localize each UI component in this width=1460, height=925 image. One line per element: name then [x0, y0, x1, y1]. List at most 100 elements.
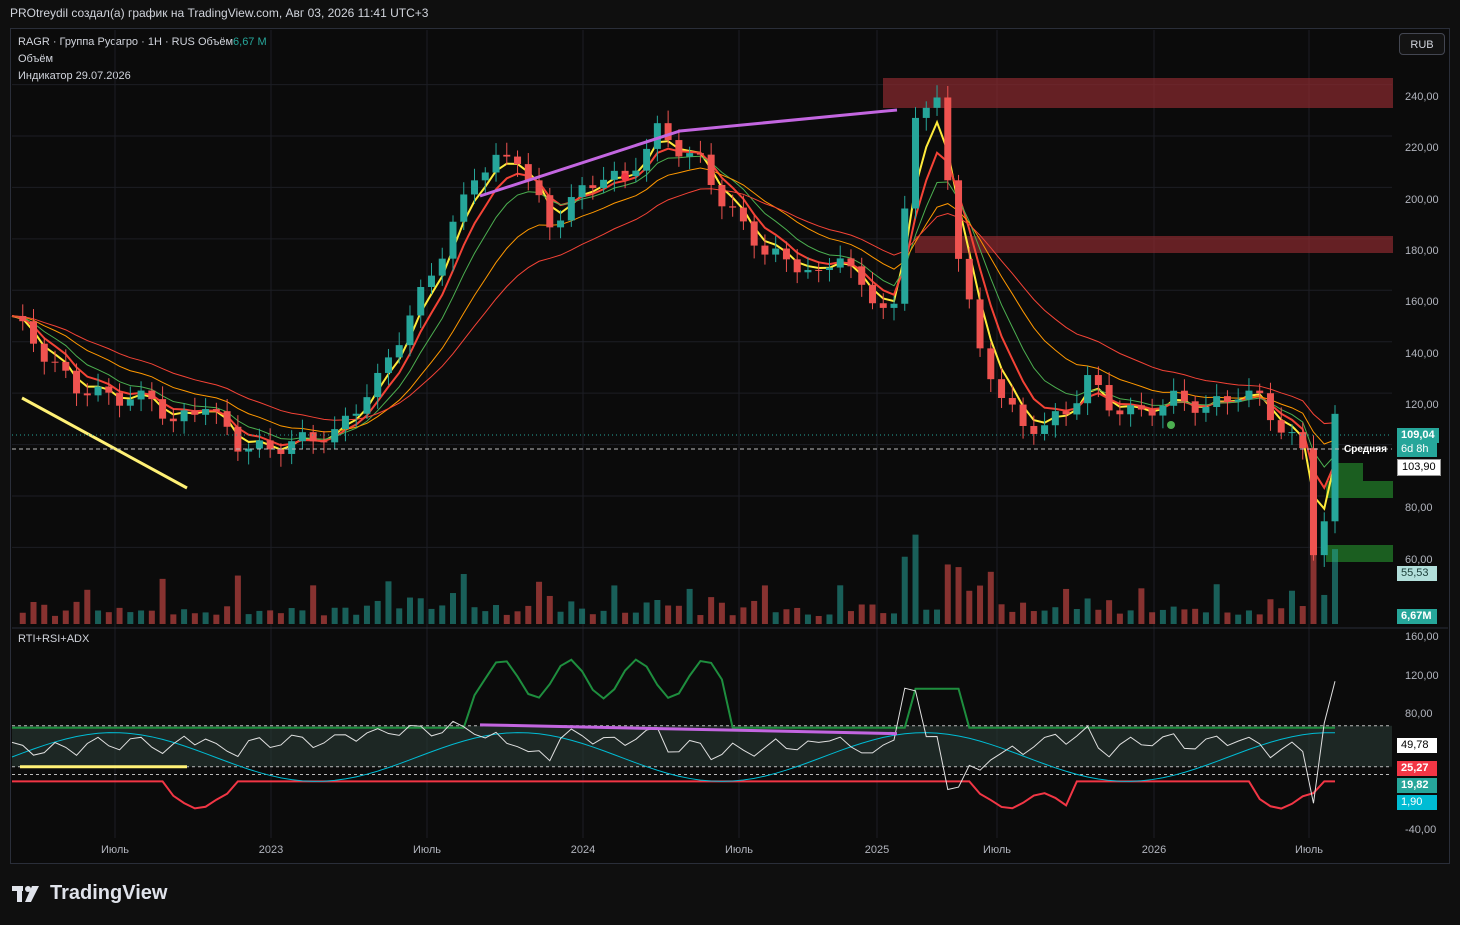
- candle-body: [1019, 404, 1027, 426]
- volume-bar: [342, 607, 349, 624]
- volume-bar: [1095, 609, 1102, 624]
- volume-bar: [686, 588, 693, 624]
- volume-bar: [815, 615, 822, 624]
- brand-logo[interactable]: TradingView: [12, 882, 167, 905]
- average-badge: 103,90: [1397, 459, 1441, 476]
- ema-red-line: [11, 147, 1336, 491]
- last-price-badge: 109,04: [1397, 428, 1439, 443]
- volume-bar: [224, 606, 231, 624]
- countdown-badge: 6d 8h: [1397, 442, 1437, 457]
- candle-body: [901, 208, 909, 304]
- candle-body: [1245, 390, 1253, 400]
- candle-body: [686, 153, 694, 157]
- volume-bar: [1332, 549, 1338, 624]
- candle-body: [922, 107, 930, 118]
- candle-body: [73, 370, 81, 394]
- volume-bar: [1084, 598, 1091, 624]
- signal-dot: [621, 173, 629, 181]
- price-tick: 80,00: [1405, 502, 1433, 514]
- ema-long-line: [11, 188, 1336, 425]
- candle-body: [761, 245, 769, 255]
- candle-body: [159, 399, 167, 419]
- volume-bar: [1149, 612, 1156, 624]
- volume-bar: [751, 600, 758, 624]
- volume-bar: [191, 613, 198, 624]
- candle-body: [944, 97, 952, 181]
- volume-bar: [1159, 609, 1166, 624]
- volume-bar: [826, 614, 833, 624]
- price-chart-svg[interactable]: [0, 0, 1460, 925]
- volume-bar: [966, 590, 973, 624]
- volume-bar: [1041, 610, 1048, 624]
- candle-body: [1234, 399, 1242, 402]
- volume-bar: [1116, 613, 1123, 624]
- candle-body: [449, 221, 457, 259]
- volume-bar: [600, 610, 607, 624]
- volume-bar: [320, 615, 327, 624]
- candle-body: [557, 220, 565, 228]
- volume-bar: [1267, 599, 1274, 624]
- volume-bar: [428, 608, 435, 624]
- volume-bar: [611, 585, 618, 624]
- volume-bar: [955, 567, 962, 624]
- volume-bar: [256, 610, 263, 624]
- candle-body: [1008, 397, 1016, 405]
- candle-body: [298, 432, 306, 442]
- low-badge: 55,53: [1397, 566, 1437, 581]
- candle-body: [471, 180, 479, 195]
- candle-body: [718, 184, 726, 207]
- volume-bar: [234, 575, 241, 624]
- volume-bar: [84, 589, 91, 624]
- candle-body: [1030, 425, 1038, 434]
- candle-body: [148, 390, 156, 400]
- candle-body: [266, 440, 274, 450]
- candle-body: [180, 410, 188, 422]
- volume-bar: [1235, 614, 1242, 624]
- volume-bar: [159, 578, 166, 624]
- volume-bar: [493, 605, 500, 624]
- candle-body: [62, 361, 70, 371]
- signal-dot: [1167, 421, 1175, 429]
- volume-bar: [406, 597, 413, 624]
- candle-body: [363, 397, 371, 414]
- candle-body: [1137, 405, 1145, 410]
- volume-bar: [880, 613, 887, 624]
- time-tick: 2025: [864, 844, 890, 856]
- osc-badge-1: 49,78: [1397, 738, 1437, 753]
- candle-body: [51, 361, 59, 363]
- candle-body: [664, 123, 672, 141]
- volume-bar: [1310, 549, 1317, 624]
- volume-bar: [568, 601, 575, 624]
- candle-body: [890, 303, 898, 308]
- candle-body: [191, 410, 199, 415]
- candle-body: [772, 248, 780, 255]
- volume-bar: [245, 614, 252, 624]
- candle-body: [793, 259, 801, 273]
- volume-bar: [987, 571, 994, 624]
- volume-bar: [589, 614, 596, 624]
- time-tick: 2026: [1141, 844, 1167, 856]
- candle-body: [331, 429, 339, 443]
- volume-bar: [396, 608, 403, 624]
- candle-body: [83, 393, 91, 396]
- volume-bar: [536, 581, 543, 624]
- volume-bar: [471, 607, 478, 624]
- volume-bar: [557, 611, 564, 624]
- candle-body: [739, 207, 747, 222]
- candle-body: [675, 140, 683, 157]
- price-tick: 160,00: [1405, 296, 1439, 308]
- candle-body: [524, 164, 532, 181]
- candle-body: [234, 426, 242, 452]
- volume-bar: [1106, 600, 1113, 624]
- candle-body: [825, 267, 833, 270]
- volume-bar: [1170, 606, 1177, 624]
- price-tick: 220,00: [1405, 142, 1439, 154]
- volume-bar: [417, 598, 424, 624]
- candle-body: [589, 185, 597, 189]
- candle-body: [169, 418, 177, 422]
- volume-bar: [923, 609, 930, 624]
- osc-tick: -40,00: [1405, 824, 1437, 836]
- volume-bar: [148, 610, 155, 624]
- candle-body: [696, 153, 704, 155]
- volume-bar: [62, 610, 69, 624]
